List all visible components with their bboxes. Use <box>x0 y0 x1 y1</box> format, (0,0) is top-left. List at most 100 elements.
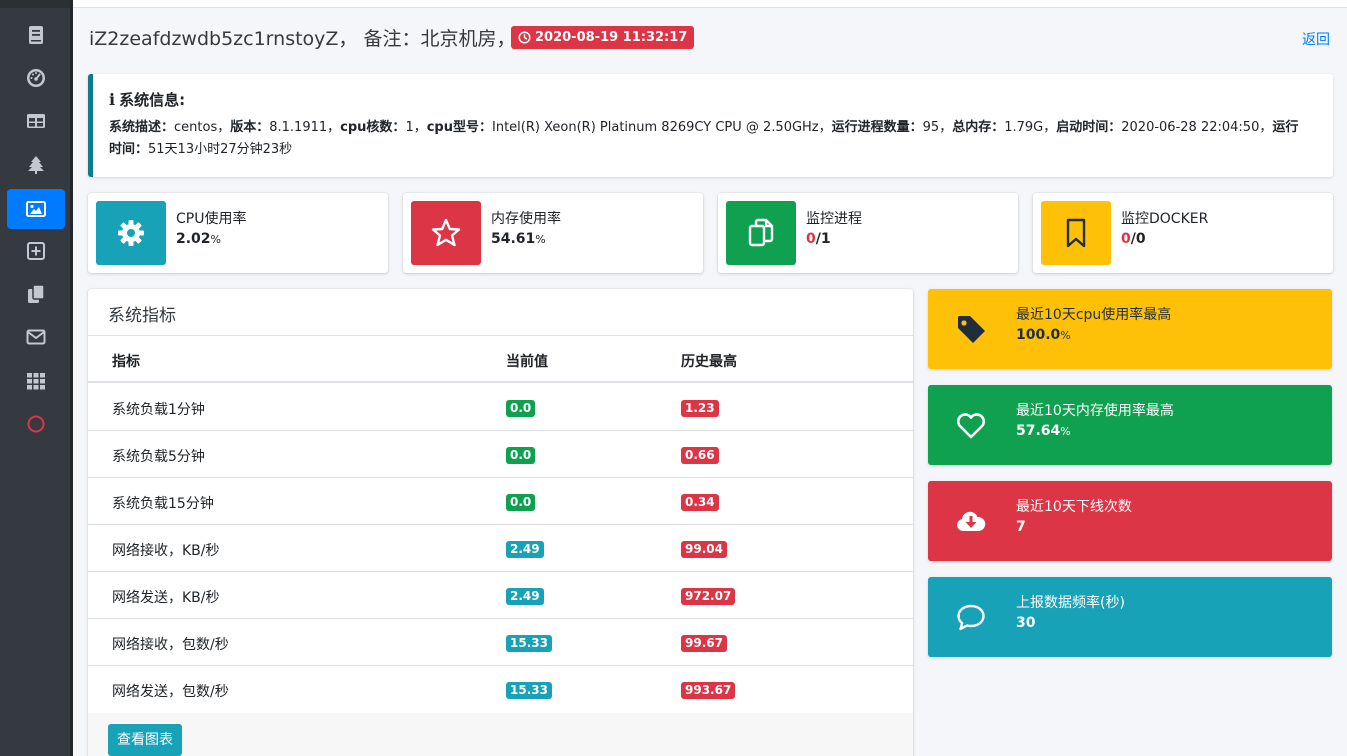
cpu-usage-number: 2.02 <box>176 231 211 247</box>
process-monitor-box: 监控进程 0/1 <box>718 193 1018 273</box>
time-text: 2020-08-19 11:32:17 <box>535 30 688 45</box>
cpu-usage-box: CPU使用率 2.02% <box>88 193 388 273</box>
metric-name: 网络接收，包数/秒 <box>112 637 229 653</box>
back-link[interactable]: 返回 <box>1302 29 1330 49</box>
boot-value: 2020-06-28 22:04:50， <box>1121 120 1273 135</box>
cpu-max-value: 100.0% <box>1016 327 1071 343</box>
current-badge: 0.0 <box>506 494 536 511</box>
docker-monitor-label: 监控DOCKER <box>1121 211 1209 227</box>
current-badge: 15.33 <box>506 635 552 652</box>
metric-name: 系统负载1分钟 <box>112 402 205 418</box>
cpu-model-label: cpu型号： <box>426 120 492 135</box>
docker-down-count: 0 <box>1121 231 1131 247</box>
cpu-usage-value: 2.02% <box>176 231 221 247</box>
offline-value: 7 <box>1016 519 1026 535</box>
sidebar-item-dashboard[interactable] <box>7 58 65 98</box>
system-info-callout: i 系统信息: 系统描述：centos，版本：8.1.1911，cpu核数：1，… <box>88 74 1333 177</box>
max-badge: 1.23 <box>681 400 719 417</box>
col-name: 指标 <box>112 354 140 370</box>
plus-square-icon <box>27 242 45 260</box>
cloud-download-icon <box>957 511 986 531</box>
sidebar-item-tree[interactable] <box>7 145 65 185</box>
sidebar-item-mail[interactable] <box>7 317 65 357</box>
process-down-count: 0 <box>806 231 816 247</box>
sidebar-item-circle[interactable] <box>7 404 65 444</box>
desc-label: 系统描述： <box>109 120 175 135</box>
sidebar-item-table[interactable] <box>7 101 65 141</box>
table-row: 网络接收，KB/秒 2.49 99.04 <box>88 525 913 572</box>
mem-max-label: 最近10天内存使用率最高 <box>1016 403 1174 419</box>
sidebar-item-book[interactable] <box>7 15 65 55</box>
proc-count-value: 95， <box>922 120 953 135</box>
docker-monitor-value: 0/0 <box>1121 231 1146 247</box>
cores-value: 1， <box>405 120 427 135</box>
desc-value: centos， <box>174 120 231 135</box>
report-freq-icon-wrap <box>953 599 989 635</box>
comment-icon <box>957 604 985 631</box>
mem-max-number: 57.64 <box>1016 423 1061 439</box>
clock-icon <box>518 31 531 44</box>
table-row: 网络发送，KB/秒 2.49 972.07 <box>88 572 913 619</box>
col-max: 历史最高 <box>681 354 737 370</box>
current-badge: 2.49 <box>506 588 544 605</box>
cpu-usage-label: CPU使用率 <box>176 211 247 227</box>
docker-total-count: /0 <box>1130 231 1146 247</box>
cpu-max-unit: % <box>1060 329 1071 342</box>
sidebar-item-copy[interactable] <box>7 274 65 314</box>
docker-icon-box <box>1041 201 1111 265</box>
docker-monitor-box: 监控DOCKER 0/0 <box>1033 193 1333 273</box>
mem-usage-box: 内存使用率 54.61% <box>403 193 703 273</box>
boot-label: 启动时间： <box>1056 120 1122 135</box>
sidebar-item-grid[interactable] <box>7 361 65 401</box>
current-badge: 15.33 <box>506 682 552 699</box>
report-freq-label: 上报数据频率(秒) <box>1016 595 1125 611</box>
version-label: 版本： <box>230 120 270 135</box>
cores-label: cpu核数： <box>340 120 406 135</box>
max-badge: 0.34 <box>681 494 719 511</box>
report-freq-value: 30 <box>1016 615 1036 631</box>
metric-name: 系统负载15分钟 <box>112 496 214 512</box>
metrics-card: 系统指标 指标 当前值 历史最高 系统负载1分钟 0.0 1.23 系统负载5分… <box>88 289 913 756</box>
sidebar-item-image[interactable] <box>7 189 65 229</box>
offline-label: 最近10天下线次数 <box>1016 499 1132 515</box>
top-navbar <box>73 0 1347 8</box>
table-row: 系统负载5分钟 0.0 0.66 <box>88 431 913 478</box>
mem-total-value: 1.79G， <box>1004 120 1057 135</box>
cpu-model-value: Intel(R) Xeon(R) Platinum 8269CY CPU @ 2… <box>492 120 832 135</box>
tag-icon <box>958 316 985 343</box>
table-row: 系统负载15分钟 0.0 0.34 <box>88 478 913 525</box>
info-icon: i <box>109 90 116 109</box>
mem-usage-number: 54.61 <box>491 231 536 247</box>
tree-icon <box>28 156 44 174</box>
process-monitor-label: 监控进程 <box>806 211 862 227</box>
mem-usage-label: 内存使用率 <box>491 211 561 227</box>
table-row: 网络发送，包数/秒 15.33 993.67 <box>88 666 913 713</box>
view-chart-button[interactable]: 查看图表 <box>108 724 182 756</box>
mem-max-icon-wrap <box>953 407 989 443</box>
book-icon <box>29 26 43 44</box>
bookmark-icon <box>1066 218 1086 248</box>
mem-max-value: 57.64% <box>1016 423 1071 439</box>
uptime-value: 51天13小时27分钟23秒 <box>148 142 293 157</box>
mem-max-box: 最近10天内存使用率最高 57.64% <box>928 385 1332 465</box>
cpu-max-icon-wrap <box>953 311 989 347</box>
system-info-heading: 系统信息: <box>119 91 186 109</box>
system-info-title: i 系统信息: <box>109 89 185 110</box>
system-info-body: 系统描述：centos，版本：8.1.1911，cpu核数：1，cpu型号：In… <box>109 117 1309 161</box>
metric-name: 网络接收，KB/秒 <box>112 543 220 559</box>
current-badge: 2.49 <box>506 541 544 558</box>
cpu-max-number: 100.0 <box>1016 327 1061 343</box>
metric-name: 网络发送，包数/秒 <box>112 684 229 700</box>
page-title: iZ2zeafdzwdb5zc1rnstoyZ， 备注：北京机房， <box>89 28 516 50</box>
star-icon <box>431 218 461 247</box>
proc-count-label: 运行进程数量： <box>831 120 923 135</box>
card-footer <box>88 713 913 756</box>
copy-icon <box>28 284 45 303</box>
sidebar <box>0 0 73 756</box>
cpu-max-box: 最近10天cpu使用率最高 100.0% <box>928 289 1332 369</box>
time-badge: 2020-08-19 11:32:17 <box>511 26 695 49</box>
heart-icon <box>956 413 986 439</box>
tachometer-icon <box>27 69 45 87</box>
sidebar-item-add[interactable] <box>7 231 65 271</box>
mem-usage-unit: % <box>535 233 546 246</box>
